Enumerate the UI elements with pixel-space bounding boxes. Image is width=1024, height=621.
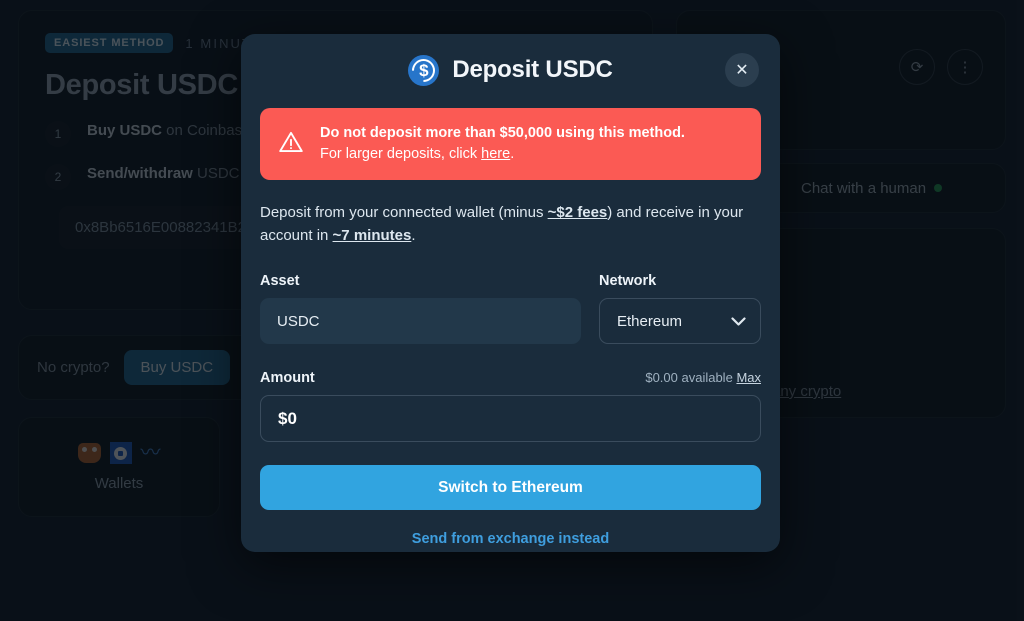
time-value: ~7 minutes bbox=[332, 226, 412, 244]
close-icon[interactable]: ✕ bbox=[725, 53, 759, 87]
app-root: EASIEST METHOD 1 MINUTE • FRE Deposit US… bbox=[0, 0, 1024, 621]
amount-label: Amount bbox=[260, 370, 315, 387]
deposit-limit-alert: Do not deposit more than $50,000 using t… bbox=[260, 108, 761, 181]
modal-header: $ Deposit USDC ✕ bbox=[260, 34, 761, 106]
amount-input[interactable]: $0 bbox=[260, 395, 761, 443]
max-button[interactable]: Max bbox=[736, 370, 761, 385]
available-amount: $0.00 available bbox=[645, 370, 733, 386]
deposit-usdc-modal: $ Deposit USDC ✕ Do not deposit more tha… bbox=[241, 34, 780, 552]
alert-line-1: Do not deposit more than $50,000 using t… bbox=[320, 125, 685, 141]
asset-field-group: Asset USDC bbox=[260, 273, 581, 345]
alert-text: Do not deposit more than $50,000 using t… bbox=[320, 123, 685, 165]
asset-input[interactable]: USDC bbox=[260, 298, 581, 345]
fees-value: ~$2 fees bbox=[547, 204, 608, 222]
asset-network-row: Asset USDC Network Ethereum bbox=[260, 273, 761, 345]
lead-part-1: Deposit from your connected wallet (minu… bbox=[260, 204, 548, 222]
alert-line-2-prefix: For larger deposits, click bbox=[320, 146, 482, 163]
network-select[interactable]: Ethereum bbox=[599, 298, 761, 345]
network-selected-value: Ethereum bbox=[617, 312, 683, 330]
alert-line-2-suffix: . bbox=[510, 146, 515, 163]
network-label: Network bbox=[599, 273, 657, 290]
switch-network-button[interactable]: Switch to Ethereum bbox=[260, 465, 761, 511]
amount-header: Amount $0.00 available Max bbox=[260, 370, 761, 386]
available-balance: $0.00 available Max bbox=[645, 370, 761, 385]
usdc-logo-icon: $ bbox=[408, 54, 440, 86]
usdc-logo-symbol: $ bbox=[419, 60, 429, 80]
network-field-group: Network Ethereum bbox=[599, 273, 761, 345]
deposit-description: Deposit from your connected wallet (minu… bbox=[260, 202, 761, 247]
chevron-down-icon bbox=[731, 314, 746, 329]
lead-part-3: . bbox=[411, 226, 416, 244]
warning-triangle-icon bbox=[278, 129, 304, 160]
alert-here-link[interactable]: here bbox=[481, 146, 510, 162]
modal-title: Deposit USDC bbox=[452, 56, 613, 83]
send-from-exchange-link[interactable]: Send from exchange instead bbox=[260, 531, 761, 547]
asset-label: Asset bbox=[260, 273, 300, 290]
